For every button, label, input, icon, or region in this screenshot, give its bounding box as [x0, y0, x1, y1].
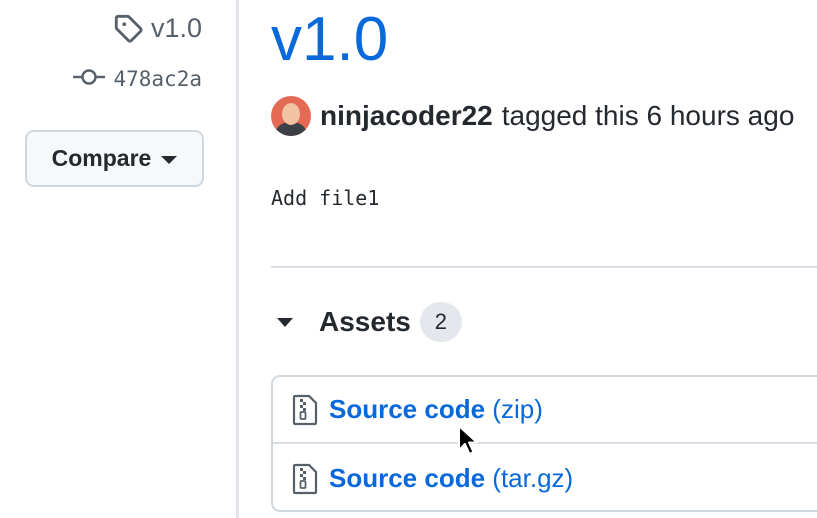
asset-name: Source code — [329, 394, 486, 424]
release-title[interactable]: v1.0 — [271, 3, 388, 77]
byline-text: tagged this 6 hours ago — [501, 100, 795, 131]
file-zip-icon — [291, 394, 319, 426]
commit-link[interactable]: 478ac2a — [73, 62, 202, 96]
assets-list: Source code (zip) Source code (tar.gz) — [271, 375, 817, 512]
release-sidebar: v1.0 478ac2a Compare — [0, 0, 236, 518]
tag-icon — [113, 13, 143, 43]
asset-source-zip[interactable]: Source code (zip) — [273, 377, 817, 444]
file-zip-icon — [291, 463, 319, 495]
mouse-pointer-icon — [457, 424, 479, 463]
release-notes: Add file1 — [271, 186, 380, 210]
compare-button[interactable]: Compare — [25, 130, 204, 187]
commit-sha: 478ac2a — [113, 67, 202, 91]
asset-extension: (zip) — [492, 394, 543, 424]
section-divider — [271, 266, 817, 268]
assets-count-badge: 2 — [419, 302, 462, 342]
git-commit-icon — [73, 67, 106, 92]
triangle-down-icon — [161, 155, 178, 164]
asset-source-targz[interactable]: Source code (tar.gz) — [273, 445, 817, 512]
asset-extension: (tar.gz) — [492, 463, 574, 493]
compare-button-label: Compare — [51, 145, 152, 171]
asset-name: Source code — [329, 463, 486, 493]
triangle-down-icon — [277, 317, 293, 327]
release-main: v1.0 ninjacoder22 tagged this 6 hours ag… — [239, 0, 817, 518]
release-byline: ninjacoder22 tagged this 6 hours ago — [271, 96, 794, 136]
tag-link[interactable]: v1.0 — [113, 10, 202, 46]
author-link[interactable]: ninjacoder22 — [320, 100, 493, 132]
assets-title: Assets — [319, 306, 411, 337]
assets-toggle[interactable]: Assets 2 — [277, 302, 462, 342]
avatar[interactable] — [271, 96, 311, 136]
tag-label: v1.0 — [150, 12, 202, 43]
